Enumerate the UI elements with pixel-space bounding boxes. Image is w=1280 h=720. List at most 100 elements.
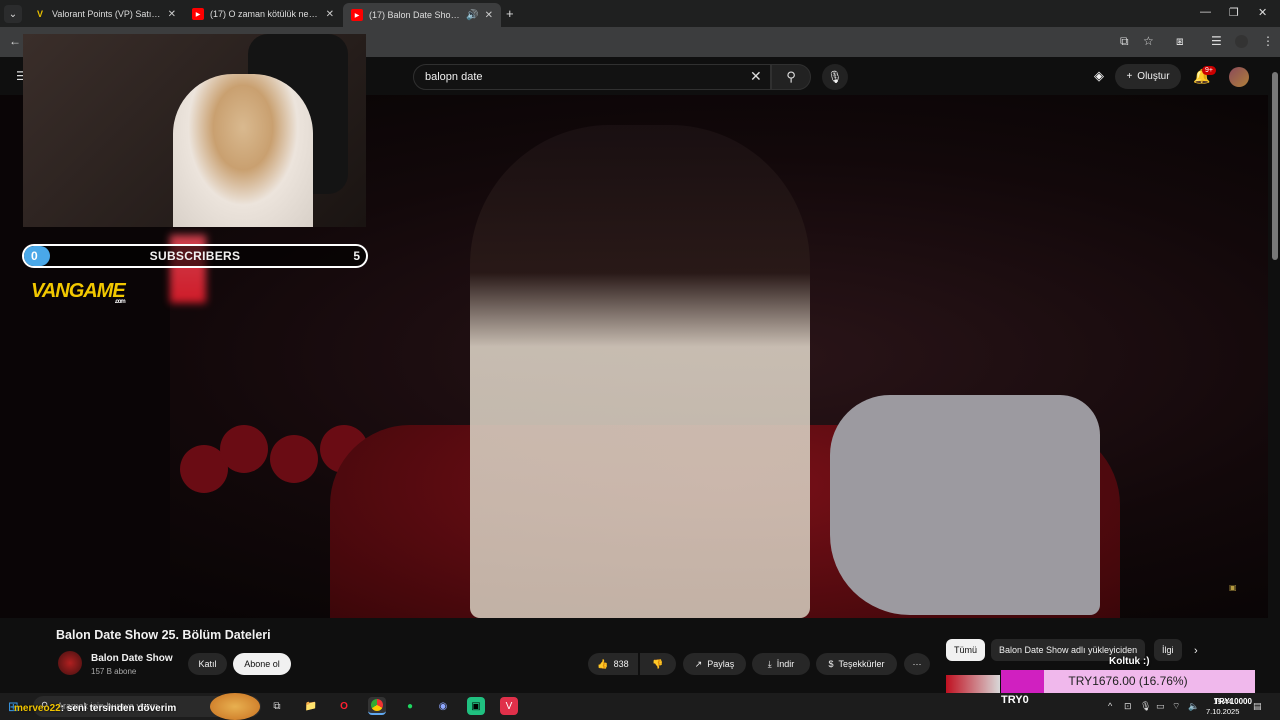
app-icon[interactable]: ▣ bbox=[467, 697, 485, 715]
download-label: İndir bbox=[776, 659, 795, 669]
cast-icon[interactable]: ◈ bbox=[1094, 68, 1104, 84]
mic-icon: 🎙 bbox=[827, 70, 843, 84]
more-actions-button[interactable]: ··· bbox=[904, 653, 930, 675]
tray-overflow-icon[interactable]: ^ bbox=[1108, 701, 1112, 711]
minimize-button[interactable]: — bbox=[1200, 6, 1211, 18]
youtube-icon: ▶ bbox=[351, 9, 363, 21]
channel-name[interactable]: Balon Date Show bbox=[91, 653, 173, 664]
voice-search-button[interactable]: 🎙 bbox=[822, 64, 848, 90]
video-title: Balon Date Show 25. Bölüm Dateleri bbox=[56, 628, 271, 642]
thumbs-up-icon: 👍 bbox=[597, 658, 609, 669]
subscribe-label: Abone ol bbox=[244, 659, 280, 669]
plus-icon: + bbox=[1126, 71, 1133, 82]
search-icon: ⚲ bbox=[786, 69, 796, 84]
channel-avatar[interactable] bbox=[58, 651, 82, 675]
donation-goal-title: Koltuk :) bbox=[1109, 656, 1150, 667]
install-app-icon[interactable]: ⧉ bbox=[1120, 34, 1129, 49]
chrome-icon[interactable] bbox=[368, 697, 386, 715]
create-label: Oluştur bbox=[1137, 71, 1170, 82]
file-explorer-icon[interactable]: 📁 bbox=[302, 697, 320, 715]
tab-search-button[interactable]: ⌄ bbox=[4, 5, 22, 23]
tab-title: Valorant Points (VP) Satın Al - E bbox=[52, 9, 162, 19]
logo-text: VANGAME bbox=[31, 280, 126, 302]
restore-button[interactable]: ❐ bbox=[1229, 6, 1239, 19]
tab-youtube-active[interactable]: ▶ (17) Balon Date Show 25. B 🔊 ✕ bbox=[343, 3, 501, 27]
download-button[interactable]: ⤓ İndir bbox=[752, 653, 810, 675]
recommended-video-thumbnail[interactable] bbox=[946, 675, 1000, 695]
stream-chat-message: merveo22: seni tersinden döverim bbox=[14, 703, 176, 714]
search-button[interactable]: ⚲ bbox=[771, 64, 811, 90]
tab-youtube-1[interactable]: ▶ (17) O zaman kötülük nedir bilir ✕ bbox=[184, 3, 342, 25]
like-button[interactable]: 👍 838 bbox=[588, 653, 638, 675]
network-icon[interactable]: ⌔ bbox=[1172, 701, 1180, 712]
subscriber-goal: 5 bbox=[353, 249, 360, 263]
donation-goal-max: TRY10000 bbox=[1214, 697, 1252, 706]
tab-title: (17) O zaman kötülük nedir bilir bbox=[210, 9, 320, 19]
thumbs-down-icon: 👎 bbox=[652, 658, 664, 669]
thanks-label: Teşekkürler bbox=[838, 659, 885, 669]
youtube-icon: ▶ bbox=[192, 8, 204, 20]
create-button[interactable]: + Oluştur bbox=[1115, 64, 1181, 89]
subscriber-goal-bar: 0 SUBSCRIBERS 5 bbox=[22, 244, 368, 268]
scrollbar-thumb[interactable] bbox=[1272, 72, 1278, 260]
display-icon[interactable]: ▭ bbox=[1156, 701, 1165, 712]
new-tab-button[interactable]: + bbox=[506, 6, 514, 21]
donation-goal-min: TRY0 bbox=[1001, 694, 1029, 706]
clock-date: 7.10.2025 bbox=[1206, 707, 1240, 716]
page-scrollbar[interactable] bbox=[1270, 62, 1280, 687]
notification-center-icon[interactable]: ▤ bbox=[1253, 701, 1262, 712]
join-label: Katıl bbox=[198, 659, 217, 669]
close-window-button[interactable]: ✕ bbox=[1258, 6, 1267, 19]
more-icon: ··· bbox=[912, 659, 922, 669]
back-arrow-icon[interactable]: ← bbox=[9, 34, 21, 48]
subscribe-button[interactable]: Abone ol bbox=[233, 653, 291, 675]
chip-all[interactable]: Tümü bbox=[946, 639, 986, 661]
share-label: Paylaş bbox=[707, 659, 735, 669]
speaker-icon[interactable]: 🔊 bbox=[466, 10, 478, 21]
taskbar-widget-image[interactable] bbox=[210, 693, 260, 720]
chat-username: merveo22 bbox=[14, 703, 61, 714]
chip-related[interactable]: İlgi bbox=[1154, 639, 1182, 661]
notification-badge: 9+ bbox=[1202, 66, 1216, 75]
close-icon[interactable]: ✕ bbox=[168, 9, 176, 20]
dislike-button[interactable]: 👎 bbox=[640, 653, 676, 675]
download-icon: ⤓ bbox=[767, 658, 772, 669]
share-icon: ↗ bbox=[694, 658, 703, 669]
search-input[interactable]: balopn date bbox=[413, 64, 771, 90]
streamer-webcam bbox=[23, 34, 366, 227]
menu-dots-icon[interactable]: ⋮ bbox=[1262, 34, 1274, 48]
thanks-icon: $ bbox=[828, 659, 834, 669]
tray-device-icon[interactable]: ⊡ bbox=[1124, 701, 1132, 712]
discord-icon[interactable]: ◉ bbox=[434, 697, 452, 715]
valorant-icon: V bbox=[36, 9, 43, 19]
tab-title: (17) Balon Date Show 25. B bbox=[369, 10, 462, 20]
spotify-icon[interactable]: ● bbox=[401, 697, 419, 715]
donation-goal-bar: TRY1676.00 (16.76%) bbox=[1001, 670, 1255, 693]
close-icon[interactable]: ✕ bbox=[326, 9, 334, 20]
join-button[interactable]: Katıl bbox=[188, 653, 227, 675]
share-button[interactable]: ↗ Paylaş bbox=[683, 653, 746, 675]
valorant-app-icon[interactable]: V bbox=[500, 697, 518, 715]
tab-valorant[interactable]: V Valorant Points (VP) Satın Al - E ✕ bbox=[26, 3, 184, 25]
streamer bbox=[173, 74, 313, 227]
channel-subscriber-count: 157 B abone bbox=[91, 667, 137, 676]
star-icon[interactable]: ☆ bbox=[1143, 34, 1154, 48]
clear-search-icon[interactable]: ✕ bbox=[750, 68, 762, 85]
thanks-button[interactable]: $ Teşekkürler bbox=[816, 653, 897, 675]
channel-watermark-icon[interactable]: ▣ bbox=[1229, 583, 1237, 592]
close-icon[interactable]: ✕ bbox=[485, 10, 493, 21]
media-control-icon[interactable]: ☰ bbox=[1211, 34, 1222, 48]
profile-icon[interactable] bbox=[1235, 35, 1248, 48]
browser-tab-bar: ⌄ V Valorant Points (VP) Satın Al - E ✕ … bbox=[0, 0, 1280, 27]
microphone-icon[interactable]: 🎙 bbox=[1140, 701, 1151, 712]
account-avatar[interactable] bbox=[1229, 67, 1249, 87]
task-view-icon[interactable]: ⧉ bbox=[268, 697, 286, 715]
woman-in-white-blazer bbox=[470, 125, 810, 618]
man-knee bbox=[830, 395, 1100, 615]
extensions-icon[interactable]: ⧆ bbox=[1176, 34, 1184, 49]
sponsor-logo: VANGAME .com bbox=[31, 280, 126, 305]
chevron-right-icon[interactable]: › bbox=[1194, 645, 1198, 657]
chat-text: : seni tersinden döverim bbox=[60, 703, 177, 714]
opera-icon[interactable]: O bbox=[335, 697, 353, 715]
volume-icon[interactable]: 🔈 bbox=[1188, 701, 1199, 712]
